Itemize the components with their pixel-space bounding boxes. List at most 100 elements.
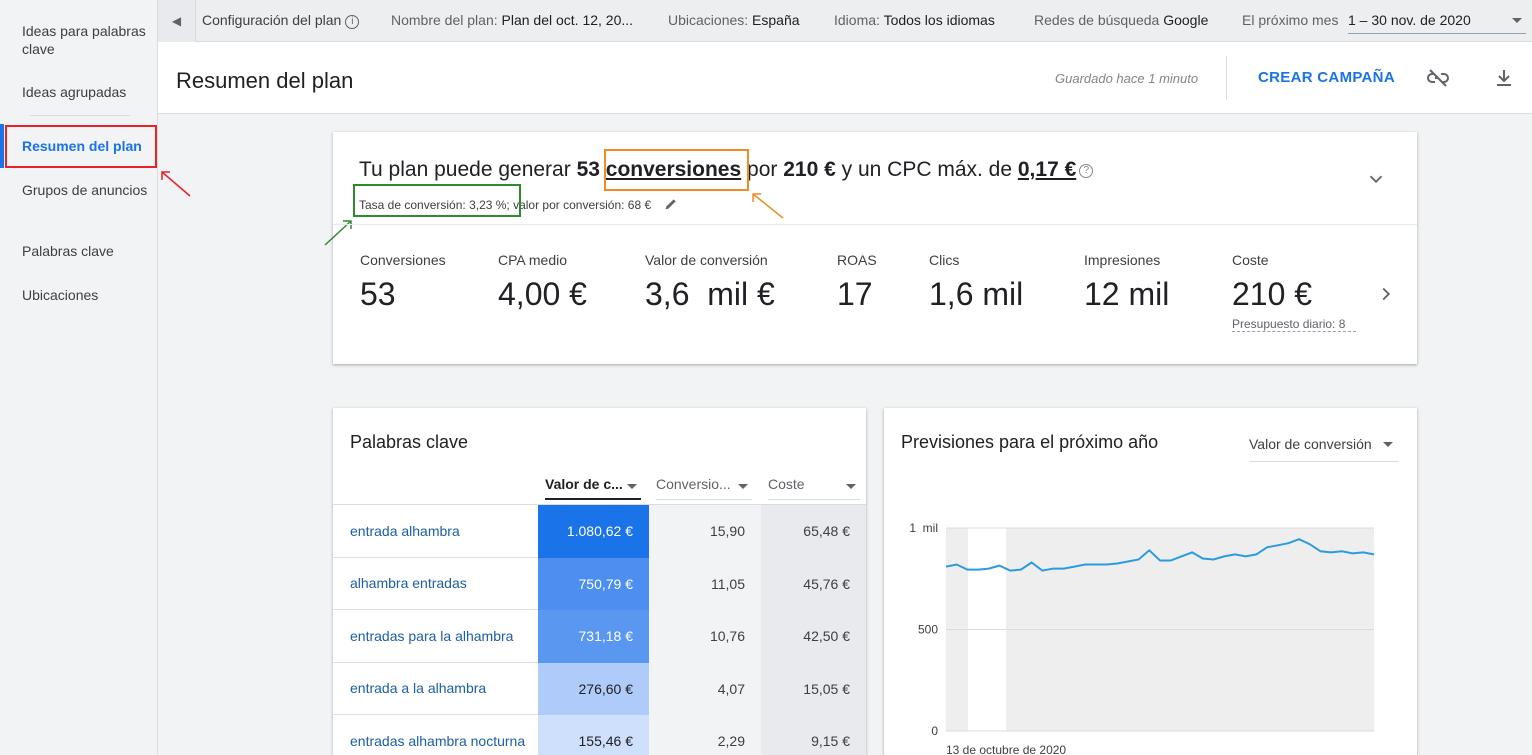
metric-label: Impresiones [1084, 252, 1161, 268]
x-axis-date-label: 13 de octubre de 2020 [946, 743, 1066, 755]
plan-config[interactable]: Configuración del plan i [202, 12, 360, 29]
metric-value: 210 € [1232, 276, 1313, 312]
locations[interactable]: Ubicaciones: España [668, 12, 800, 28]
sidebar-item-palabras-clave[interactable]: Palabras clave [22, 242, 152, 260]
cell-conversions: 4,07 [649, 662, 761, 715]
chevron-down-icon [1512, 18, 1522, 23]
period-label: El próximo mes [1242, 12, 1339, 28]
table-row: entradas alhambra nocturna 155,46 €2,29 9,… [333, 715, 866, 755]
cell-cost: 45,76 € [761, 557, 866, 610]
cell-cost: 65,48 € [761, 505, 866, 558]
header-divider [1226, 56, 1227, 100]
metric-value: 3,6 mil € [645, 276, 775, 312]
plan-name-value: Plan del oct. 12, 20... [501, 12, 634, 28]
locations-value: España [752, 12, 800, 28]
chevron-right-icon[interactable] [1375, 283, 1397, 305]
cell-conversion-value: 1.080,62 € [538, 505, 649, 558]
annotation-red-arrow [161, 171, 191, 197]
metric-value: 4,00 € [498, 276, 587, 312]
keyword-link[interactable]: alhambra entradas [350, 558, 538, 610]
summary-cpc-value[interactable]: 0,17 € [1018, 158, 1076, 181]
plan-config-label: Configuración del plan [202, 12, 342, 28]
cell-conversions: 15,90 [649, 505, 761, 558]
networks[interactable]: Redes de búsqueda Google [1034, 12, 1208, 28]
plan-name-label: Nombre del plan: [391, 12, 498, 28]
metric-clicks[interactable]: Clics 1,6 mil [929, 252, 1023, 313]
cell-cost: 9,15 € [761, 715, 866, 755]
info-icon[interactable]: i [345, 15, 360, 29]
column-header-conversions[interactable]: Conversio... [656, 476, 752, 500]
metric-impressions[interactable]: Impresiones 12 mil [1084, 252, 1169, 313]
metric-conversion-value[interactable]: Valor de conversión 3,6 mil € [645, 252, 775, 313]
cell-conversions: 2,29 [649, 715, 761, 755]
summary-cpc-text: y un CPC máx. de [841, 158, 1013, 181]
keyword-link[interactable]: entrada a la alhambra [350, 663, 538, 715]
language[interactable]: Idioma: Todos los idiomas [834, 12, 995, 28]
metric-label: Conversiones [360, 252, 446, 268]
column-header-conversion-value[interactable]: Valor de c... [545, 476, 641, 500]
metric-cpa[interactable]: CPA medio 4,00 € [498, 252, 587, 313]
table-row: alhambra entradas 750,79 €11,05 45,76 € [333, 557, 866, 610]
cell-conversions: 10,76 [649, 610, 761, 663]
column-header-cost[interactable]: Coste [768, 476, 860, 500]
keyword-link[interactable]: entradas alhambra nocturna [350, 715, 538, 755]
networks-label: Redes de búsqueda [1034, 12, 1160, 28]
date-range-select[interactable]: 1 – 30 nov. de 2020 [1348, 10, 1526, 34]
metric-cost[interactable]: Coste 210 € Presupuesto diario: 8 [1232, 252, 1356, 332]
saved-status: Guardado hace 1 minuto [1055, 71, 1199, 86]
date-range-value: 1 – 30 nov. de 2020 [1348, 12, 1471, 28]
keywords-title: Palabras clave [350, 432, 469, 452]
keyword-link[interactable]: entradas para la alhambra [350, 610, 538, 662]
unlink-icon[interactable] [1426, 66, 1450, 90]
annotation-orange-box [604, 149, 749, 191]
metric-conversions[interactable]: Conversiones 53 [360, 252, 446, 313]
forecast-metric-select[interactable]: Valor de conversión [1249, 436, 1399, 462]
cell-conversion-value: 155,46 € [538, 715, 649, 755]
daily-budget-note[interactable]: Presupuesto diario: 8 [1232, 317, 1356, 332]
annotation-green-arrow [324, 220, 352, 246]
metric-roas[interactable]: ROAS 17 [837, 252, 877, 313]
keywords-table: entrada alhambra 1.080,62 €15,90 65,48 € al… [333, 504, 866, 755]
summary-cost: 210 € [783, 158, 836, 181]
networks-value: Google [1163, 12, 1209, 28]
metric-label: Coste [1232, 252, 1269, 268]
y-tick-label: 500 [918, 623, 938, 637]
metric-label: CPA medio [498, 252, 567, 268]
create-campaign-button[interactable]: CREAR CAMPAÑA [1258, 69, 1395, 86]
forecast-metric-value: Valor de conversión [1249, 436, 1372, 452]
annotation-red-box [5, 125, 157, 168]
y-tick-label: 1 mil [909, 521, 938, 535]
chevron-down-icon [738, 484, 748, 489]
summary-divider [333, 224, 1417, 225]
chevron-down-icon [1383, 442, 1393, 447]
cell-cost: 15,05 € [761, 662, 866, 715]
sidebar-item-ideas-palabras-clave[interactable]: Ideas para palabras clave [22, 22, 152, 58]
chevron-down-icon[interactable] [1365, 168, 1387, 190]
download-icon[interactable] [1492, 66, 1516, 90]
sidebar-divider [30, 115, 130, 116]
sidebar-item-ideas-agrupadas[interactable]: Ideas agrupadas [22, 83, 152, 101]
help-icon[interactable]: ? [1079, 164, 1094, 178]
plan-summary-card: Tu plan puede generar 53 conversiones po… [324, 132, 1417, 364]
y-tick-label: 0 [931, 724, 938, 738]
sidebar-item-ubicaciones[interactable]: Ubicaciones [22, 286, 152, 304]
sidebar-item-grupos-anuncios[interactable]: Grupos de anuncios [22, 181, 152, 199]
language-value: Todos los idiomas [883, 12, 995, 28]
page-header: Resumen del plan Guardado hace 1 minuto … [158, 42, 1532, 114]
forecast-card: Previsiones para el próximo año Valor de… [884, 408, 1417, 755]
sidebar-active-indicator [0, 124, 4, 168]
page-title: Resumen del plan [176, 68, 354, 93]
collapse-sidebar-button[interactable]: ◀ [158, 0, 196, 42]
metric-value: 53 [360, 276, 396, 312]
sidebar: Ideas para palabras clave Ideas agrupada… [0, 0, 158, 755]
forecast-chart[interactable]: 0 500 1 mil 13 de octubre de 2020 [884, 518, 1417, 755]
cell-cost: 42,50 € [761, 610, 866, 663]
plan-name[interactable]: Nombre del plan: Plan del oct. 12, 20... [391, 12, 633, 28]
plan-settings-bar: ◀ Configuración del plan i Nombre del pla… [158, 0, 1532, 42]
keyword-link[interactable]: entrada alhambra [350, 505, 538, 557]
summary-conversions-number: 53 [576, 158, 600, 181]
metric-label: Clics [929, 252, 960, 268]
table-row: entrada alhambra 1.080,62 €15,90 65,48 € [333, 505, 866, 558]
pencil-icon[interactable] [663, 196, 679, 212]
table-row: entrada a la alhambra 276,60 €4,07 15,05 € [333, 662, 866, 715]
